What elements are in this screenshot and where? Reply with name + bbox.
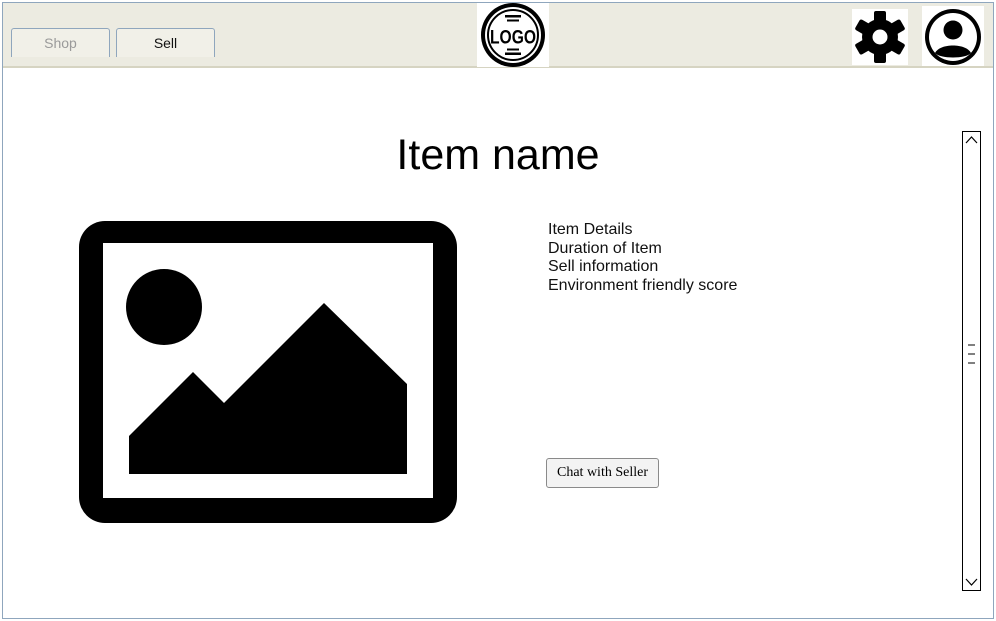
environment-score-line: Environment friendly score: [548, 276, 738, 294]
scroll-up-arrow-icon[interactable]: [963, 132, 980, 149]
item-details-list: Item Details Duration of Item Sell infor…: [548, 221, 737, 295]
image-placeholder-icon: [75, 217, 461, 527]
vertical-scrollbar[interactable]: [962, 131, 981, 591]
top-navigation-bar: Shop Sell LOGO: [3, 3, 993, 68]
settings-gear-icon[interactable]: [852, 9, 908, 65]
logo-text: LOGO: [490, 28, 536, 49]
scroll-down-arrow-icon[interactable]: [963, 573, 980, 590]
scroll-thumb-grip-icon[interactable]: [963, 340, 980, 368]
item-title: Item name: [396, 131, 600, 179]
app-window: Shop Sell LOGO Item name Item Details Du…: [2, 2, 994, 619]
sell-information-line: Sell information: [548, 258, 659, 275]
logo: LOGO: [477, 3, 549, 67]
item-details-line: Item Details: [548, 221, 633, 238]
user-avatar-icon[interactable]: [922, 6, 984, 66]
tab-shop[interactable]: Shop: [11, 28, 110, 57]
duration-of-item-line: Duration of Item: [548, 239, 662, 257]
tab-sell[interactable]: Sell: [116, 28, 215, 57]
chat-with-seller-button[interactable]: Chat with Seller: [546, 458, 659, 488]
